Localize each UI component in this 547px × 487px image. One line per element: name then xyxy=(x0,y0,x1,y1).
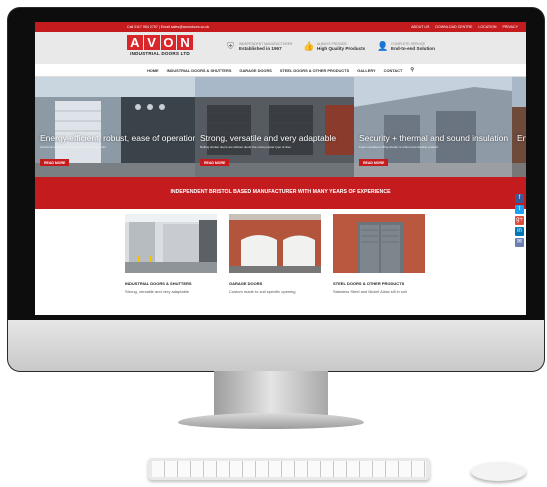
usp-value: End-to-end Solution xyxy=(391,46,435,51)
nav-steel[interactable]: STEEL DOORS & OTHER PRODUCTS xyxy=(280,68,349,73)
hero-slider[interactable]: Energy efficient, robust, ease of operat… xyxy=(35,77,526,177)
thumbs-up-icon: 👍 xyxy=(303,41,315,51)
nav-home[interactable]: HOME xyxy=(147,68,159,73)
slide-subtitle: Sectional door ideal for all types of in… xyxy=(40,145,106,149)
logo-letter: N xyxy=(177,35,193,50)
nav-industrial[interactable]: INDUSTRIAL DOORS & SHUTTERS xyxy=(167,68,232,73)
card-title[interactable]: STEEL DOORS & OTHER PRODUCTS xyxy=(333,281,425,286)
slide-insulated-shutter[interactable]: Security + thermal and sound insulation … xyxy=(354,77,512,177)
usp-service: 👤 COMPLETE SERVICE End-to-end Solution xyxy=(377,41,435,52)
linkedin-icon[interactable]: in xyxy=(515,227,524,236)
card-description: Strong, versatile and very adaptable xyxy=(125,289,190,294)
google-plus-icon[interactable]: g+ xyxy=(515,216,524,225)
card-title[interactable]: INDUSTRIAL DOORS & SHUTTERS xyxy=(125,281,217,286)
usp-established: ⛨ INDEPENDENT MANUFACTURER Established i… xyxy=(225,41,292,52)
site-header: A V O N INDUSTRIAL DOORS LTD ⛨ INDEPENDE… xyxy=(35,32,526,64)
experience-banner: INDEPENDENT BRISTOL BASED MANUFACTURER W… xyxy=(35,177,526,209)
slide-sectional-door[interactable]: Energy efficient, robust, ease of operat… xyxy=(35,77,195,177)
nav-garage[interactable]: GARAGE DOORS xyxy=(239,68,271,73)
monitor-stand-neck xyxy=(214,371,328,417)
monitor-chin xyxy=(8,320,544,371)
read-more-button[interactable]: READ MORE xyxy=(359,159,389,166)
user-icon: 👤 xyxy=(377,41,389,51)
slide-subtitle: Foam insulated rolling shutter is robust… xyxy=(359,145,439,149)
card-industrial[interactable]: INDUSTRIAL DOORS & SHUTTERS Strong, vers… xyxy=(125,214,217,294)
usp-quality: 👍 ALWAYS PROVIDE High Quality Products xyxy=(303,41,365,52)
read-more-button[interactable]: READ MORE xyxy=(40,159,70,166)
mouse xyxy=(471,462,526,481)
top-link-privacy[interactable]: PRIVACY xyxy=(502,25,518,29)
top-link-about[interactable]: ABOUT US xyxy=(411,25,429,29)
card-garage[interactable]: GARAGE DOORS Custom made to suit specifi… xyxy=(229,214,321,294)
facebook-icon[interactable]: f xyxy=(515,194,524,203)
social-share-bar: f t g+ in ✉ xyxy=(515,194,524,247)
nav-contact[interactable]: CONTACT xyxy=(384,68,403,73)
slide-caption: En xyxy=(517,133,526,143)
contact-info[interactable]: Call 0117 954 2757 | Email sales@avondoo… xyxy=(127,25,209,29)
slide-rolling-shutter[interactable]: Strong, versatile and very adaptable Rol… xyxy=(195,77,354,177)
website-screen: Call 0117 954 2757 | Email sales@avondoo… xyxy=(35,22,526,315)
top-bar: Call 0117 954 2757 | Email sales@avondoo… xyxy=(35,22,526,32)
card-image xyxy=(125,214,217,273)
logo-letter: O xyxy=(160,35,177,50)
main-nav: HOME INDUSTRIAL DOORS & SHUTTERS GARAGE … xyxy=(35,64,526,77)
slide-subtitle: Rolling shutter doors are without doubt … xyxy=(200,145,292,149)
card-image xyxy=(229,214,321,273)
usp-value: Established in 1967 xyxy=(239,46,282,51)
top-link-download[interactable]: DOWNLOAD CENTRE xyxy=(435,25,472,29)
nav-gallery[interactable]: GALLERY xyxy=(357,68,375,73)
slide-caption: Energy efficient, robust, ease of operat… xyxy=(40,133,195,143)
usp-value: High Quality Products xyxy=(317,46,366,51)
monitor-stand-base xyxy=(178,413,364,429)
slide-caption: Strong, versatile and very adaptable xyxy=(200,133,337,143)
site-logo[interactable]: A V O N INDUSTRIAL DOORS LTD xyxy=(127,35,193,56)
card-title[interactable]: GARAGE DOORS xyxy=(229,281,321,286)
product-cards: INDUSTRIAL DOORS & SHUTTERS Strong, vers… xyxy=(125,214,425,294)
slide-image xyxy=(512,77,526,177)
twitter-icon[interactable]: t xyxy=(515,205,524,214)
slide-caption: Security + thermal and sound insulation xyxy=(359,133,509,143)
top-link-location[interactable]: LOCATION xyxy=(478,25,496,29)
card-steel[interactable]: STEEL DOORS & OTHER PRODUCTS Stainless S… xyxy=(333,214,425,294)
shield-icon: ⛨ xyxy=(227,41,234,51)
logo-letter: A xyxy=(127,35,143,50)
keyboard xyxy=(148,458,430,480)
card-image xyxy=(333,214,425,273)
logo-subtitle: INDUSTRIAL DOORS LTD xyxy=(130,51,190,56)
slide-partial[interactable]: En xyxy=(512,77,526,177)
card-description: Stainless Steel and Nickel Allow sill in… xyxy=(333,289,407,294)
read-more-button[interactable]: READ MORE xyxy=(200,159,230,166)
logo-letter: V xyxy=(143,35,160,50)
card-description: Custom made to suit specific opening xyxy=(229,289,296,294)
email-icon[interactable]: ✉ xyxy=(515,238,524,247)
search-icon[interactable]: ⚲ xyxy=(410,67,414,73)
